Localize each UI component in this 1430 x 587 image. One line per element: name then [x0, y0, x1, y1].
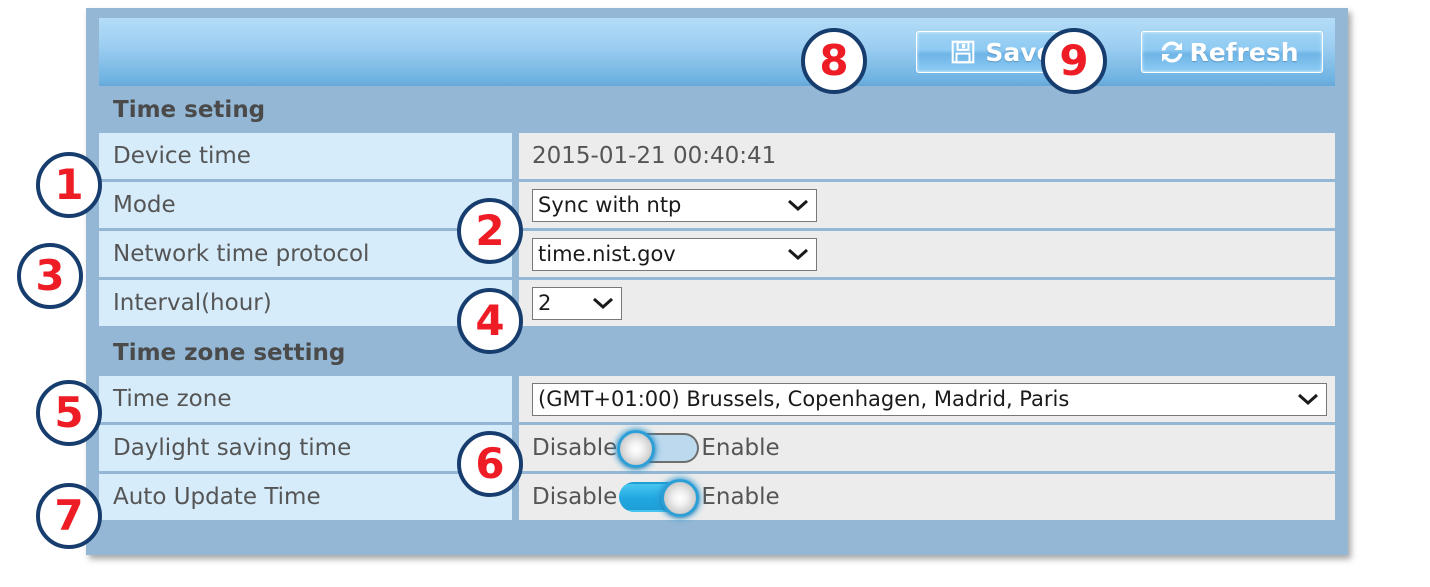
table-row-device-time: Device time 2015-01-21 00:40:41 [99, 133, 1335, 179]
value-daylight-saving-time: Disable Enable [519, 425, 1335, 471]
dst-toggle-group: Disable Enable [532, 430, 780, 468]
value-interval: 2 [519, 280, 1335, 326]
table-row-mode: Mode Sync with ntp [99, 182, 1335, 228]
interval-hour-select[interactable]: 2 [532, 286, 622, 320]
callout-2: 2 [457, 198, 523, 264]
refresh-button[interactable]: Refresh [1141, 31, 1323, 73]
column-divider [512, 133, 519, 179]
column-divider [512, 376, 519, 422]
floppy-disk-icon [950, 39, 976, 65]
dst-enable-label: Enable [701, 435, 780, 461]
table-row-interval: Interval(hour) 2 [99, 280, 1335, 326]
table-row-daylight-saving-time: Daylight saving time Disable Enable [99, 425, 1335, 471]
label-device-time: Device time [99, 133, 512, 179]
callout-9: 9 [1041, 28, 1107, 94]
callout-7: 7 [36, 483, 102, 549]
mode-select[interactable]: Sync with ntp [532, 188, 817, 222]
time-zone-select[interactable]: (GMT+01:00) Brussels, Copenhagen, Madrid… [532, 382, 1327, 416]
time-zone-select-wrap: (GMT+01:00) Brussels, Copenhagen, Madrid… [532, 382, 1327, 416]
value-network-time-protocol: time.nist.gov [519, 231, 1335, 277]
section-title-time-setting: Time seting [113, 96, 266, 123]
auto-update-toggle-knob [661, 479, 700, 517]
device-time-label-text: Device time [113, 143, 251, 169]
label-interval: Interval(hour) [99, 280, 512, 326]
value-mode: Sync with ntp [519, 182, 1335, 228]
refresh-button-label: Refresh [1189, 37, 1299, 67]
section-title-time-zone-setting: Time zone setting [113, 339, 346, 366]
label-time-zone: Time zone [99, 376, 512, 422]
interval-select-wrap: 2 [532, 286, 622, 320]
mode-label-text: Mode [113, 192, 176, 218]
device-time-value: 2015-01-21 00:40:41 [532, 143, 777, 169]
ntp-label-text: Network time protocol [113, 241, 370, 267]
mode-select-wrap: Sync with ntp [532, 188, 817, 222]
callout-5: 5 [36, 380, 102, 446]
ntp-select-wrap: time.nist.gov [532, 237, 817, 271]
dst-disable-label: Disable [532, 435, 618, 461]
panel-toolbar: Save Refresh [99, 18, 1335, 86]
dst-label-text: Daylight saving time [113, 435, 352, 461]
value-auto-update-time: Disable Enable [519, 474, 1335, 520]
value-device-time: 2015-01-21 00:40:41 [519, 133, 1335, 179]
auto-update-toggle-switch[interactable] [619, 479, 700, 517]
callout-1: 1 [36, 152, 102, 218]
callout-3: 3 [17, 243, 83, 309]
interval-label-text: Interval(hour) [113, 290, 272, 316]
auto-update-enable-label: Enable [701, 484, 780, 510]
auto-update-toggle-group: Disable Enable [532, 479, 780, 517]
value-time-zone: (GMT+01:00) Brussels, Copenhagen, Madrid… [519, 376, 1335, 422]
label-mode: Mode [99, 182, 512, 228]
table-row-network-time-protocol: Network time protocol time.nist.gov [99, 231, 1335, 277]
callout-6: 6 [457, 431, 523, 497]
time-settings-panel: Save Refresh Time seting Device time 201… [86, 8, 1348, 555]
auto-update-disable-label: Disable [532, 484, 618, 510]
network-time-protocol-select[interactable]: time.nist.gov [532, 237, 817, 271]
callout-4: 4 [457, 288, 523, 354]
label-network-time-protocol: Network time protocol [99, 231, 512, 277]
dst-toggle-switch[interactable] [617, 430, 700, 468]
callout-8: 8 [801, 28, 867, 94]
label-auto-update-time: Auto Update Time [99, 474, 512, 520]
section-header-time-setting: Time seting [99, 86, 1335, 133]
table-row-time-zone: Time zone (GMT+01:00) Brussels, Copenhag… [99, 376, 1335, 422]
time-zone-label-text: Time zone [113, 386, 232, 412]
refresh-circular-arrows-icon [1157, 37, 1187, 67]
section-header-time-zone-setting: Time zone setting [99, 329, 1335, 376]
table-row-auto-update-time: Auto Update Time Disable Enable [99, 474, 1335, 520]
label-daylight-saving-time: Daylight saving time [99, 425, 512, 471]
auto-update-label-text: Auto Update Time [113, 484, 321, 510]
